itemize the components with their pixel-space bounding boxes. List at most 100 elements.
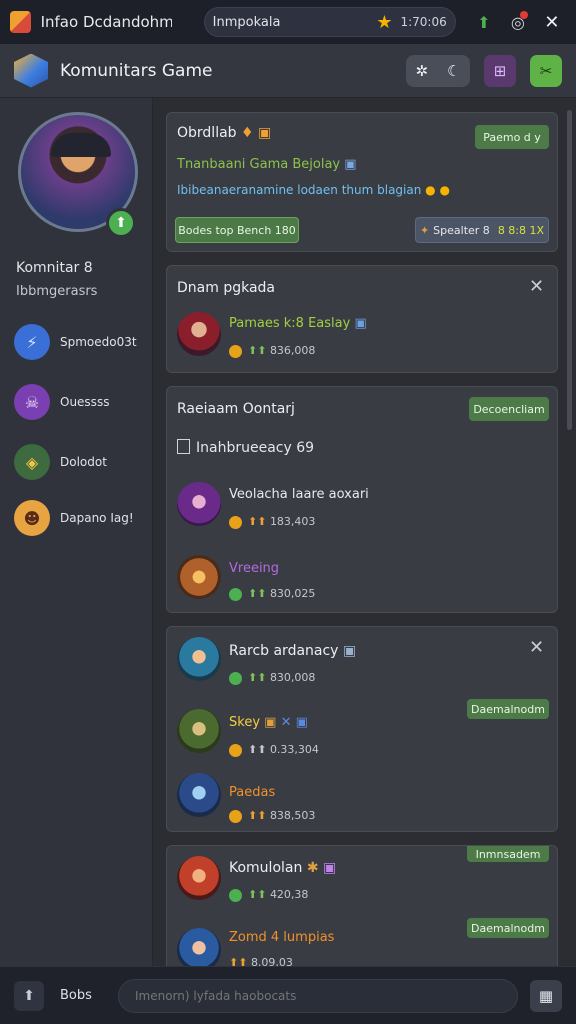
special-label: Spealter 8	[433, 223, 490, 237]
search-bar[interactable]: Inmpokala ★ 1:70:06	[203, 7, 456, 37]
coin-icon	[229, 809, 242, 823]
card-subtitle: Inahbrueeacy 69	[177, 439, 314, 456]
player-avatar[interactable]	[177, 773, 221, 817]
hero-icon: ☻	[14, 500, 50, 536]
player-name: Skey ▣ ✕ ▣	[229, 715, 308, 730]
player-meta: ⬆⬆ 838,503	[229, 809, 315, 823]
bottom-label[interactable]: Bobs	[60, 988, 100, 1003]
bottom-bar: ⬆ Bobs ▦	[0, 966, 576, 1024]
theme-toggle[interactable]: ✲ ☾	[406, 54, 470, 87]
upload-badge-icon[interactable]: ⬆	[106, 208, 136, 238]
app-logo-icon	[10, 11, 31, 33]
player-avatar[interactable]	[177, 312, 221, 356]
player-meta: ⬆⬆ 0.33,304	[229, 743, 319, 757]
sidebar-item-label: Ouessss	[60, 395, 110, 409]
coin-icon	[229, 515, 242, 529]
grid-menu-icon[interactable]: ▦	[530, 979, 562, 1012]
player-meta: ⬆⬆ 830,008	[229, 671, 315, 685]
player-avatar[interactable]	[177, 709, 221, 753]
gem-icon: ▣	[323, 860, 337, 876]
avatar-hat	[51, 133, 111, 157]
player-name: Komulolan ✱ ▣	[229, 860, 337, 876]
coin-icon	[229, 671, 242, 685]
title-bar: Infao Dcdandohm Inmpokala ★ 1:70:06 ⬆ ◎ …	[0, 0, 576, 44]
player-meta: ⬆⬆ 836,008	[229, 344, 315, 358]
featured-card: Obrdllab ♦ ▣ Paemo d y Tnanbaani Gama Be…	[166, 112, 558, 252]
card-title: Dnam pgkada	[177, 280, 275, 296]
player-name: Rarcb ardanacy ▣	[229, 643, 357, 659]
sword-icon: ✕ ▣	[280, 715, 308, 730]
app-header: Komunitars Game ✲ ☾ ⊞ ✂	[0, 44, 576, 98]
close-icon[interactable]: ✕	[538, 7, 566, 37]
sidebar-item-4[interactable]: ☻ Dapano Iag!	[14, 500, 134, 536]
trophy-icon: ♦ ▣	[241, 125, 272, 141]
player-meta: ⬆⬆ 183,403	[229, 515, 315, 529]
star-icon: ✱	[306, 860, 319, 876]
notification-dot	[519, 11, 528, 19]
chat-input[interactable]	[118, 978, 518, 1013]
moon-icon[interactable]: ☾	[447, 62, 460, 80]
tools-button[interactable]: ✂	[530, 54, 562, 87]
player-avatar[interactable]	[177, 637, 221, 681]
sidebar: ⬆ Komnitar 8 Ibbmgerasrs ⚡ Spmoedo03t ☠ …	[0, 98, 153, 966]
events-card: Inmnsadem Komulolan ✱ ▣ ⬆⬆ 420,38 Daemal…	[166, 845, 558, 966]
close-icon[interactable]: ✕	[529, 637, 544, 658]
coins-icon: ● ●	[425, 183, 450, 197]
checkbox-icon[interactable]	[177, 439, 190, 454]
player-name: Pamaes k:8 Easlay ▣	[229, 316, 367, 331]
card-subtitle: Tnanbaani Gama Bejolay ▣	[177, 157, 357, 172]
players-card: Dnam pgkada ✕ Pamaes k:8 Easlay ▣ ⬆⬆ 836…	[166, 265, 558, 373]
coin-icon	[229, 587, 242, 601]
shop-bag-icon[interactable]: ⬆	[470, 7, 498, 37]
sidebar-item-label: Dolodot	[60, 455, 107, 469]
player-name: Paedas	[229, 785, 276, 800]
scrollbar[interactable]	[567, 110, 572, 430]
search-query[interactable]: Inmpokala	[213, 15, 377, 30]
status-badge[interactable]: Inmnsadem	[467, 846, 549, 862]
player-meta: ⬆⬆ 8.09,03	[229, 956, 293, 966]
cube-icon: ▣	[342, 643, 357, 659]
card-line: Ibibeanaeranamine lodaen thum blagian ● …	[177, 183, 450, 197]
cube-icon: ▣	[354, 316, 367, 331]
player-avatar[interactable]	[177, 856, 221, 900]
player-avatar[interactable]	[177, 482, 221, 526]
decoration-badge[interactable]: Daemalnodm	[467, 918, 549, 938]
profile-name: Komnitar 8	[16, 260, 93, 276]
status-badge[interactable]: Paemo d y	[475, 125, 549, 149]
roster-card: ✕ Rarcb ardanacy ▣ ⬆⬆ 830,008 Daemalnodm…	[166, 626, 558, 832]
inventory-button[interactable]: ⊞	[484, 54, 516, 87]
skull-icon: ☠	[14, 384, 50, 420]
sidebar-item-1[interactable]: ⚡ Spmoedo03t	[14, 324, 137, 360]
bench-button[interactable]: Bodes top Bench 180	[175, 217, 299, 243]
card-title: Raeiaam Oontarj	[177, 401, 295, 417]
sidebar-item-3[interactable]: ◈ Dolodot	[14, 444, 107, 480]
special-button[interactable]: ✦ Spealter 8 8 8:8 1X	[415, 217, 549, 243]
decoration-badge[interactable]: Daemalnodm	[467, 699, 549, 719]
game-cube-logo-icon	[14, 53, 48, 88]
sidebar-item-label: Spmoedo03t	[60, 335, 137, 349]
star-icon[interactable]: ★	[376, 12, 392, 33]
player-name: Zomd 4 lumpias	[229, 930, 335, 945]
gem-icon: ✦	[419, 223, 430, 237]
decoration-badge[interactable]: Decoencliam	[469, 397, 549, 421]
player-avatar[interactable]	[177, 555, 221, 599]
gem-icon: ▣	[264, 715, 277, 730]
shield-icon: ◈	[14, 444, 50, 480]
sidebar-item-2[interactable]: ☠ Ouessss	[14, 384, 109, 420]
tournament-card: Raeiaam Oontarj Decoencliam Inahbrueeacy…	[166, 386, 558, 613]
close-icon[interactable]: ✕	[529, 276, 544, 297]
player-avatar[interactable]	[177, 928, 221, 966]
special-value: 8 8:8 1X	[497, 223, 545, 237]
player-meta: ⬆⬆ 830,025	[229, 587, 315, 601]
card-title: Obrdllab ♦ ▣	[177, 125, 272, 141]
coin-icon	[229, 344, 242, 358]
player-meta: ⬆⬆ 420,38	[229, 888, 308, 902]
page-title: Komunitars Game	[60, 60, 213, 81]
upload-icon[interactable]: ⬆	[14, 980, 44, 1011]
cube-icon: ▣	[344, 157, 357, 172]
player-name: Vreeing	[229, 561, 280, 576]
notification-icon[interactable]: ◎	[504, 7, 532, 37]
sidebar-item-label: Dapano Iag!	[60, 511, 134, 525]
window-title: Infao Dcdandohm	[40, 13, 172, 31]
settings-icon[interactable]: ✲	[415, 62, 428, 80]
